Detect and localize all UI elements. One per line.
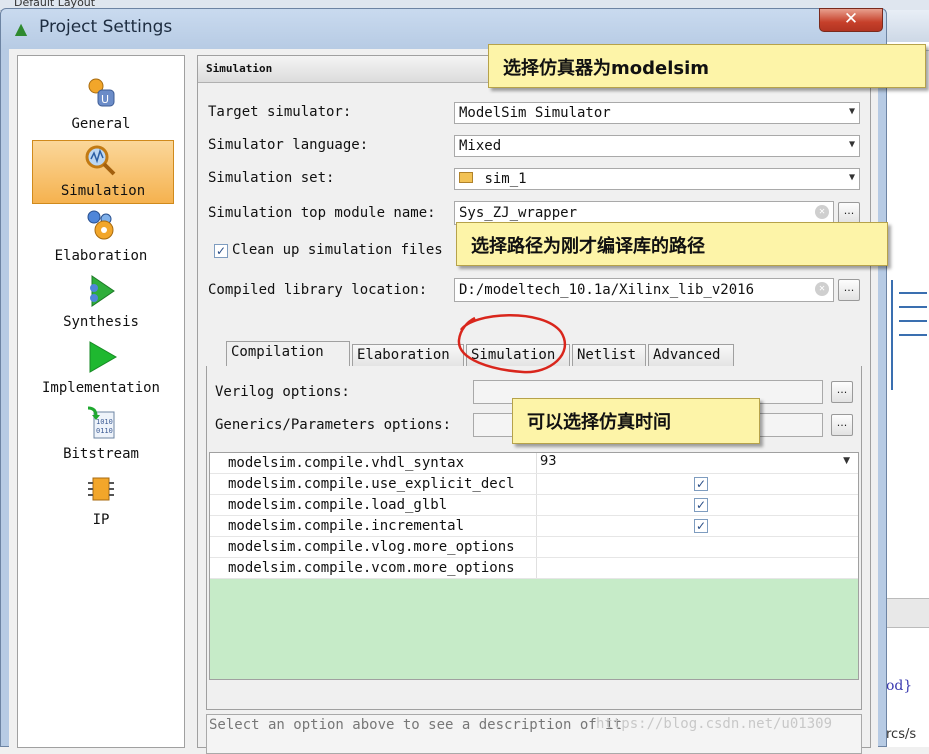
simulation-set-value: sim_1 [484, 171, 527, 187]
nav-label: Elaboration [54, 248, 148, 264]
description-placeholder: Select an option above to see a descript… [209, 717, 623, 733]
nav-item-implementation[interactable]: Implementation [18, 338, 184, 402]
simulator-language-label: Simulator language: [208, 137, 369, 153]
option-key: modelsim.compile.use_explicit_decl [228, 476, 515, 492]
option-checkbox[interactable]: ✓ [694, 498, 708, 512]
implementation-icon [89, 341, 118, 373]
table-row[interactable]: modelsim.compile.vlog.more_options [210, 537, 858, 558]
svg-text:0110: 0110 [96, 427, 113, 435]
verilog-options-label: Verilog options: [215, 384, 350, 400]
title-bar[interactable]: ▲ Project Settings ✕ [1, 8, 886, 49]
vivado-app-icon: ▲ [14, 19, 28, 38]
option-key: modelsim.compile.vhdl_syntax [228, 455, 465, 471]
background-path-text: rcs/s [886, 727, 917, 742]
generics-label: Generics/Parameters options: [215, 417, 452, 433]
simulation-set-label: Simulation set: [208, 170, 335, 186]
nav-label: IP [92, 512, 110, 528]
option-key: modelsim.compile.vlog.more_options [228, 539, 515, 555]
option-checkbox[interactable]: ✓ [694, 477, 708, 491]
clear-icon[interactable]: ✕ [815, 282, 829, 296]
nav-item-bitstream[interactable]: 1010 0110 Bitstream [18, 404, 184, 468]
tab-netlist[interactable]: Netlist [572, 344, 646, 366]
nav-item-ip[interactable]: IP [18, 470, 184, 534]
cleanup-checkbox[interactable]: ✓ [214, 244, 228, 258]
compiled-library-label: Compiled library location: [208, 282, 428, 298]
project-settings-dialog: ▲ Project Settings ✕ U General Simulatio… [0, 8, 887, 754]
background-editor-pane: od} rcs/s [885, 10, 929, 747]
chevron-down-icon: ▼ [848, 139, 855, 150]
clear-icon[interactable]: ✕ [815, 205, 829, 219]
chevron-down-icon: ▼ [848, 106, 855, 117]
svg-text:1010: 1010 [96, 418, 113, 426]
settings-nav: U General Simulation Elaboration Synthes… [17, 55, 185, 748]
bitstream-icon: 1010 0110 [87, 406, 115, 439]
target-simulator-label: Target simulator: [208, 104, 352, 120]
window-title: Project Settings [39, 17, 173, 37]
synthesis-icon [90, 275, 115, 307]
simulation-set-select[interactable]: sim_1 ▼ [454, 168, 860, 190]
annotation-callout-library-path: 选择路径为刚才编译库的路径 [456, 222, 888, 266]
top-module-value: Sys_ZJ_wrapper [459, 205, 578, 221]
nav-label: General [71, 116, 131, 132]
background-band [886, 598, 929, 628]
compiled-library-browse-button[interactable]: ... [838, 279, 860, 301]
verilog-options-button[interactable]: ... [831, 381, 853, 403]
watermark: https://blog.csdn.net/u01309 [596, 716, 833, 732]
nav-item-elaboration[interactable]: Elaboration [18, 206, 184, 270]
close-button[interactable]: ✕ [819, 8, 883, 32]
panel-title: Simulation [206, 62, 273, 75]
background-toolbar [886, 10, 929, 42]
compile-options-table: modelsim.compile.vhdl_syntax 93 ▼ models… [209, 452, 859, 680]
svg-text:U: U [101, 93, 109, 106]
compiled-library-input[interactable]: D:/modeltech_10.1a/Xilinx_lib_v2016 ✕ [454, 278, 834, 302]
background-code-text: od} [886, 678, 913, 694]
table-row[interactable]: modelsim.compile.use_explicit_decl ✓ [210, 474, 858, 495]
simulator-language-value: Mixed [459, 138, 502, 154]
table-row[interactable]: modelsim.compile.vcom.more_options [210, 558, 858, 579]
tab-elaboration[interactable]: Elaboration [352, 344, 464, 366]
cleanup-label: Clean up simulation files [232, 242, 443, 258]
generics-button[interactable]: ... [831, 414, 853, 436]
table-row[interactable]: modelsim.compile.incremental ✓ [210, 516, 858, 537]
chevron-down-icon[interactable]: ▼ [843, 456, 850, 466]
tab-compilation[interactable]: Compilation [226, 341, 350, 367]
nav-item-synthesis[interactable]: Synthesis [18, 272, 184, 336]
nav-label: Bitstream [63, 446, 139, 462]
option-value[interactable]: 93 [540, 454, 557, 469]
tab-advanced[interactable]: Advanced [648, 344, 734, 366]
compiled-library-value: D:/modeltech_10.1a/Xilinx_lib_v2016 [459, 282, 755, 298]
option-key: modelsim.compile.incremental [228, 518, 465, 534]
option-checkbox[interactable]: ✓ [694, 519, 708, 533]
table-row[interactable]: modelsim.compile.vhdl_syntax 93 ▼ [210, 453, 858, 474]
simulator-language-select[interactable]: Mixed ▼ [454, 135, 860, 157]
nav-label: Implementation [41, 380, 160, 396]
nav-item-general[interactable]: U General [18, 74, 184, 138]
target-simulator-select[interactable]: ModelSim Simulator ▼ [454, 102, 860, 124]
folder-icon [459, 172, 473, 183]
background-schematic [891, 280, 929, 390]
annotation-circle [457, 314, 567, 374]
nav-label: Synthesis [63, 314, 139, 330]
ip-icon [88, 477, 114, 501]
option-key: modelsim.compile.vcom.more_options [228, 560, 515, 576]
annotation-callout-sim-time: 可以选择仿真时间 [512, 398, 760, 444]
simulation-icon [85, 145, 116, 176]
elaboration-icon [87, 210, 114, 240]
chevron-down-icon: ▼ [848, 172, 855, 183]
option-key: modelsim.compile.load_glbl [228, 497, 448, 513]
table-row[interactable]: modelsim.compile.load_glbl ✓ [210, 495, 858, 516]
top-module-browse-button[interactable]: ... [838, 202, 860, 224]
top-module-label: Simulation top module name: [208, 205, 436, 221]
general-icon: U [88, 78, 115, 107]
nav-item-simulation[interactable]: Simulation [32, 140, 174, 204]
annotation-callout-simulator: 选择仿真器为modelsim [488, 44, 926, 88]
target-simulator-value: ModelSim Simulator [459, 105, 611, 121]
nav-label: Simulation [60, 183, 146, 199]
